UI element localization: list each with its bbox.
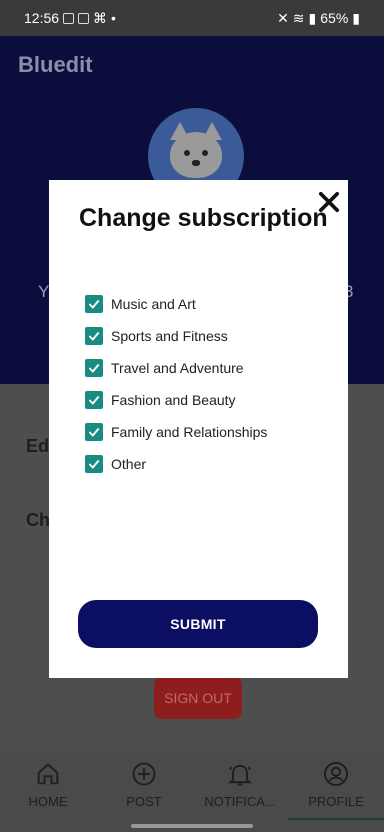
option-label: Travel and Adventure: [111, 360, 244, 376]
link-notification-icon: ⌘: [93, 9, 108, 26]
option-label: Sports and Fitness: [111, 328, 228, 344]
option-music-and-art[interactable]: Music and Art: [85, 288, 267, 320]
dialog-title: Change subscription: [79, 204, 328, 232]
option-family-and-relationships[interactable]: Family and Relationships: [85, 416, 267, 448]
mute-icon: ✕: [277, 9, 289, 26]
checkbox-checked-icon[interactable]: [85, 455, 103, 473]
close-button[interactable]: [315, 188, 343, 216]
checkbox-checked-icon[interactable]: [85, 391, 103, 409]
option-label: Other: [111, 456, 147, 472]
battery-level: 65%: [320, 10, 349, 26]
image-notification-icon: [63, 12, 75, 24]
option-label: Music and Art: [111, 296, 196, 312]
checkbox-checked-icon[interactable]: [85, 423, 103, 441]
app-notification-icon: [78, 12, 90, 24]
submit-button[interactable]: SUBMIT: [78, 600, 318, 648]
battery-icon: ▮: [352, 9, 360, 26]
status-dot: •: [111, 10, 116, 26]
checkbox-checked-icon[interactable]: [85, 295, 103, 313]
close-icon: [318, 191, 340, 213]
option-label: Fashion and Beauty: [111, 392, 236, 408]
option-label: Family and Relationships: [111, 424, 268, 440]
signal-icon: ▮: [308, 9, 317, 26]
status-bar: 12:56 ⌘ • ✕ ≋ ▮ 65% ▮: [0, 0, 384, 36]
subscription-options: Music and Art Sports and Fitness Travel …: [85, 288, 267, 480]
option-other[interactable]: Other: [85, 448, 267, 480]
status-time: 12:56: [24, 10, 60, 26]
checkbox-checked-icon[interactable]: [85, 327, 103, 345]
option-travel-and-adventure[interactable]: Travel and Adventure: [85, 352, 267, 384]
option-sports-and-fitness[interactable]: Sports and Fitness: [85, 320, 267, 352]
change-subscription-dialog: Change subscription Music and Art Sports…: [49, 180, 348, 678]
option-fashion-and-beauty[interactable]: Fashion and Beauty: [85, 384, 267, 416]
checkbox-checked-icon[interactable]: [85, 359, 103, 377]
wifi-icon: ≋: [292, 9, 305, 26]
